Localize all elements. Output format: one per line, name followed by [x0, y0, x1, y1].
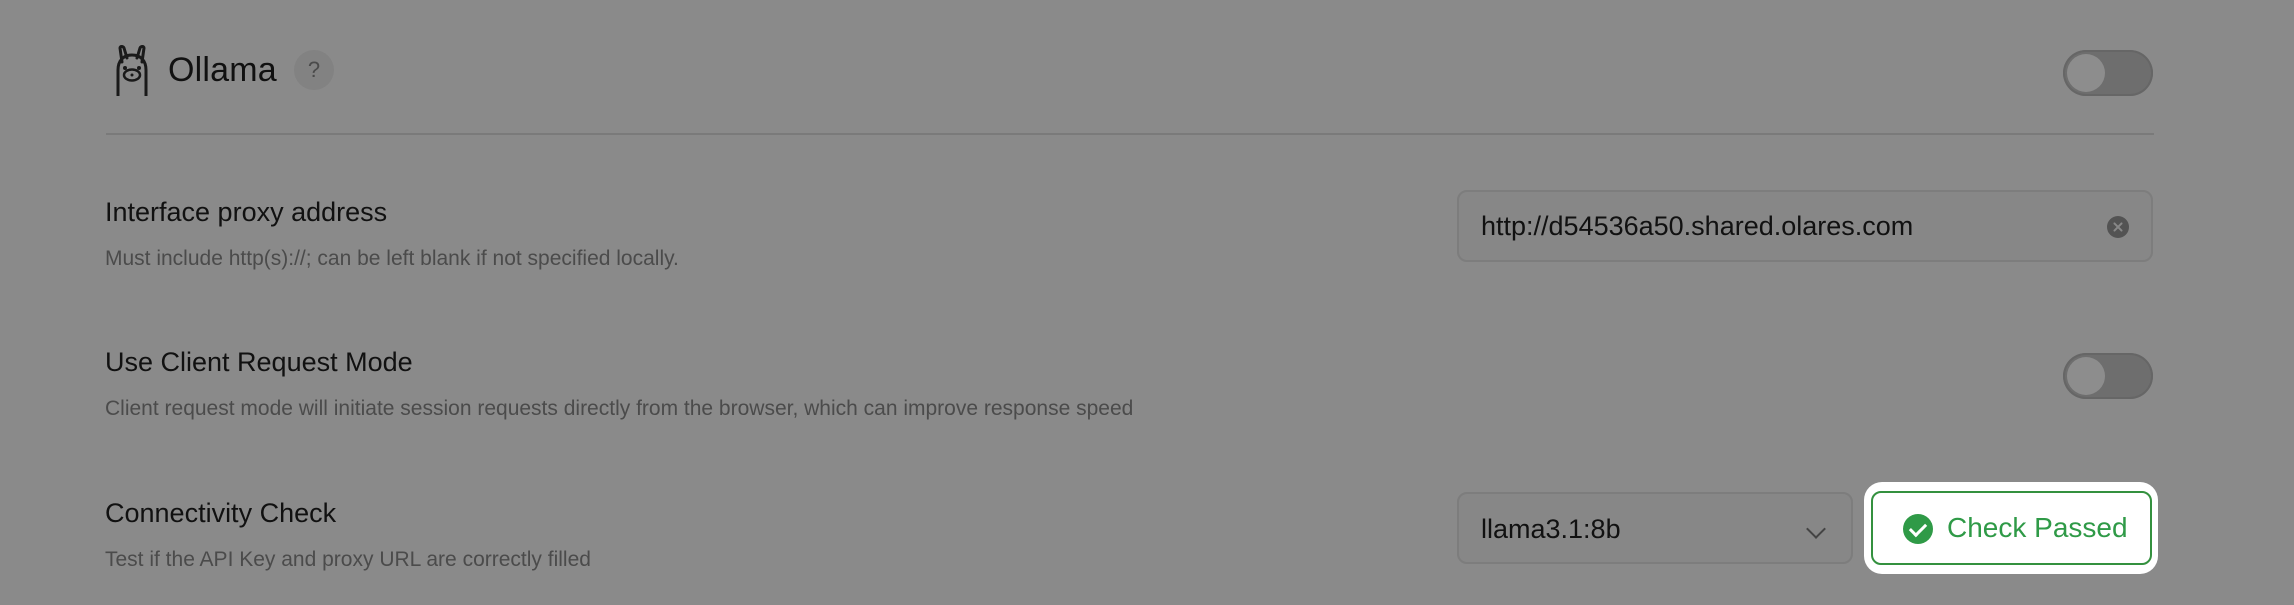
- check-circle-icon: [1903, 514, 1933, 544]
- provider-name: Ollama: [168, 51, 277, 89]
- check-connectivity-button[interactable]: Check Passed: [1871, 491, 2152, 565]
- connectivity-check-description: Test if the API Key and proxy URL are co…: [105, 548, 591, 571]
- toggle-knob: [2067, 357, 2105, 395]
- ollama-llama-icon: [116, 45, 148, 96]
- client-request-mode-title: Use Client Request Mode: [105, 347, 413, 377]
- provider-header: Ollama ?: [106, 34, 2154, 144]
- model-select[interactable]: llama3.1:8b: [1457, 492, 1853, 564]
- proxy-address-description: Must include http(s)://; can be left bla…: [105, 247, 679, 270]
- toggle-knob: [2067, 54, 2105, 92]
- provider-enable-toggle[interactable]: [2063, 50, 2153, 96]
- client-request-mode-description: Client request mode will initiate sessio…: [105, 397, 1134, 420]
- check-passed-label: Check Passed: [1947, 512, 2128, 543]
- proxy-address-title: Interface proxy address: [105, 197, 388, 227]
- connectivity-check-title: Connectivity Check: [105, 498, 337, 528]
- proxy-address-input[interactable]: [1481, 192, 2101, 260]
- ollama-settings-panel: Ollama ? Interface proxy address Must in…: [0, 0, 2294, 605]
- client-request-mode-toggle[interactable]: [2063, 353, 2153, 399]
- proxy-address-field: [1457, 190, 2153, 262]
- chevron-down-icon: [1806, 519, 1826, 539]
- help-icon[interactable]: ?: [294, 50, 334, 90]
- header-divider: [106, 133, 2154, 135]
- clear-icon[interactable]: [2107, 216, 2129, 238]
- selected-model: llama3.1:8b: [1481, 514, 1621, 544]
